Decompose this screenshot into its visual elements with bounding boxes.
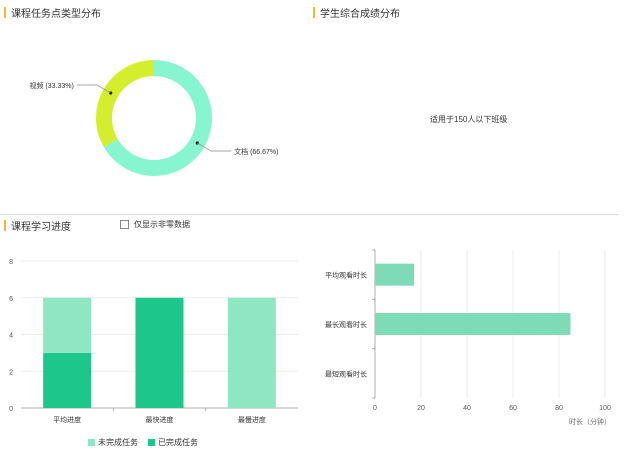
x-tick-label: 80 [555,405,563,412]
task-type-title-text: 课程任务点类型分布 [11,9,101,20]
y-tick-label: 6 [9,296,13,303]
legend-label: 已完成任务 [158,438,198,447]
donut-slice-视频[interactable] [96,60,154,147]
watch-time-bar-chart: 0 20 40 60 80 100 平均观看时长最长观看时长最短观看时长时长（分钟） [325,249,611,426]
x-tick-label: 0 [373,405,377,412]
y-tick-label: 4 [9,333,13,340]
task-type-title: 课程任务点类型分布 [4,5,101,20]
donut-label: 视频 (33.33%) [29,81,73,90]
legend-swatch [148,439,155,446]
task-type-donut-chart: 文档 (66.67%) 视频 (33.33%) [29,60,279,176]
legend-item-incomplete[interactable]: 未完成任务 [88,437,138,448]
legend-item-complete[interactable]: 已完成任务 [148,437,198,448]
checkbox-box[interactable] [120,220,129,229]
y-tick-label: 2 [9,369,13,376]
bar-未完成任务[interactable] [227,297,276,408]
score-dist-title: 学生综合成绩分布 [313,5,400,20]
title-accent-bar [313,7,315,18]
bar-已完成任务[interactable] [43,352,92,408]
donut-label: 文档 (66.67%) [234,147,278,156]
legend-label: 未完成任务 [98,438,138,447]
hbar-平均观看时长[interactable] [375,263,415,286]
bar-未完成任务[interactable] [43,297,92,353]
title-accent-bar [4,220,6,231]
checkbox-label: 仅显示非零数据 [134,220,190,229]
hbar-最长观看时长[interactable] [375,313,571,335]
y-tick-label: 最短观看时长 [325,369,367,378]
score-note: 适用于150人以下班级 [430,115,508,124]
x-tick-label: 60 [509,405,517,412]
y-tick-label: 0 [9,406,13,413]
score-dist-title-text: 学生综合成绩分布 [320,9,400,20]
y-tick-label: 最长观看时长 [325,320,367,329]
progress-title-text: 课程学习进度 [11,222,71,233]
y-tick-label: 8 [9,259,13,266]
y-tick-label: 平均观看时长 [325,271,367,280]
legend-swatch [88,439,95,446]
progress-bar-chart: 0 2 4 6 8 平均进度 最快进度 最慢进度 [9,259,298,424]
progress-legend: 未完成任务 已完成任务 [88,437,198,448]
x-axis-label: 时长（分钟） [569,417,611,426]
x-tick-label: 100 [599,405,611,412]
x-tick-label: 最慢进度 [238,415,266,424]
x-tick-label: 最快进度 [146,415,174,424]
x-tick-label: 20 [417,405,425,412]
progress-title: 课程学习进度 [4,218,71,233]
x-tick-label: 平均进度 [53,415,81,424]
bar-已完成任务[interactable] [135,297,184,408]
nonzero-only-checkbox[interactable]: 仅显示非零数据 [120,219,190,230]
x-tick-label: 40 [463,405,471,412]
title-accent-bar [4,7,6,18]
